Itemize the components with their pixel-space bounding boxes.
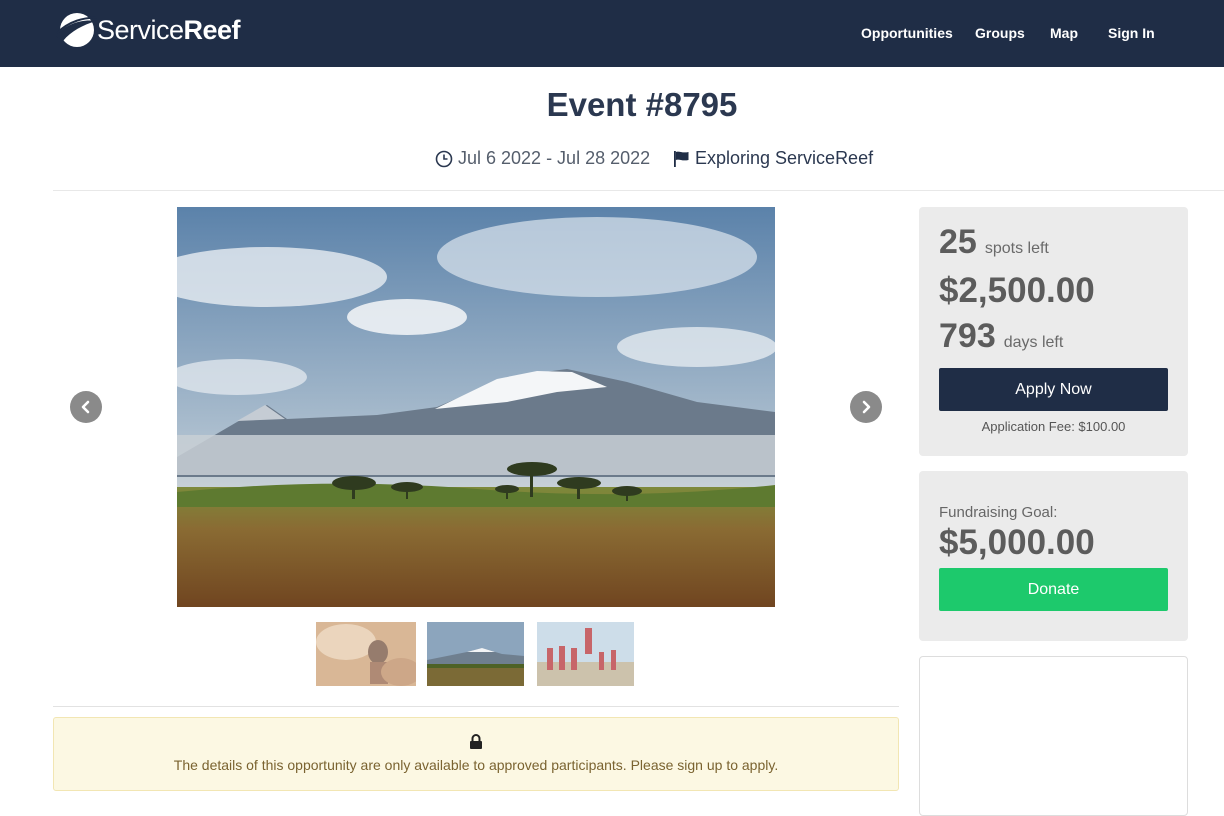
event-dates-text: Jul 6 2022 - Jul 28 2022 [458, 148, 651, 168]
event-group[interactable]: Exploring ServiceReef [673, 148, 873, 169]
nav-groups[interactable]: Groups [975, 25, 1025, 41]
days-count: 793 [939, 317, 996, 355]
thumbnail-child-dust[interactable] [316, 622, 416, 686]
chevron-left-icon [81, 400, 90, 414]
thumbnail-mountain[interactable] [427, 622, 524, 686]
restricted-details-notice: The details of this opportunity are only… [53, 717, 899, 791]
trip-price: $2,500.00 [939, 271, 1095, 310]
lock-icon [470, 734, 482, 749]
clock-icon [435, 150, 453, 167]
carousel-next-button[interactable] [850, 391, 882, 423]
flag-icon [674, 150, 689, 167]
thumbnail-group-jumping[interactable] [537, 622, 634, 686]
fundraising-panel: Fundraising Goal: $5,000.00 Donate [919, 471, 1188, 641]
nav-opportunities[interactable]: Opportunities [861, 25, 953, 41]
fundraising-goal-label: Fundraising Goal: [939, 504, 1058, 521]
apply-now-button[interactable]: Apply Now [939, 368, 1168, 411]
spots-label: spots left [984, 240, 1049, 257]
donate-button[interactable]: Donate [939, 568, 1168, 611]
event-meta: Jul 6 2022 - Jul 28 2022 Exploring Servi… [0, 148, 1224, 172]
top-navigation-bar: ServiceReef Opportunities Groups Map Sig… [0, 0, 1224, 67]
servicereef-logo[interactable]: ServiceReef [53, 11, 241, 49]
page-title: Event #8795 [546, 86, 738, 123]
nav-sign-in[interactable]: Sign In [1108, 25, 1155, 41]
hero-image-mountain [177, 207, 775, 607]
carousel-prev-button[interactable] [70, 391, 102, 423]
nav-map[interactable]: Map [1050, 25, 1078, 41]
wave-logo-icon [55, 13, 97, 47]
spots-count: 25 [939, 223, 977, 261]
title-divider [53, 190, 1224, 191]
gallery-divider [53, 706, 899, 707]
days-left: 793 days left [939, 317, 1063, 356]
notice-text: The details of this opportunity are only… [173, 757, 779, 773]
signup-panel: 25 spots left $2,500.00 793 days left Appl… [919, 207, 1188, 456]
fundraising-goal-value: $5,000.00 [939, 523, 1095, 562]
spots-left: 25 spots left [939, 223, 1049, 262]
sidebar-card [919, 656, 1188, 816]
application-fee: Application Fee: $100.00 [981, 419, 1126, 434]
days-label: days left [1003, 334, 1064, 351]
logo-wordmark: ServiceReef [97, 14, 241, 45]
event-group-link[interactable]: Exploring ServiceReef [695, 148, 873, 169]
event-dates: Jul 6 2022 - Jul 28 2022 [435, 148, 650, 169]
chevron-right-icon [862, 400, 871, 414]
